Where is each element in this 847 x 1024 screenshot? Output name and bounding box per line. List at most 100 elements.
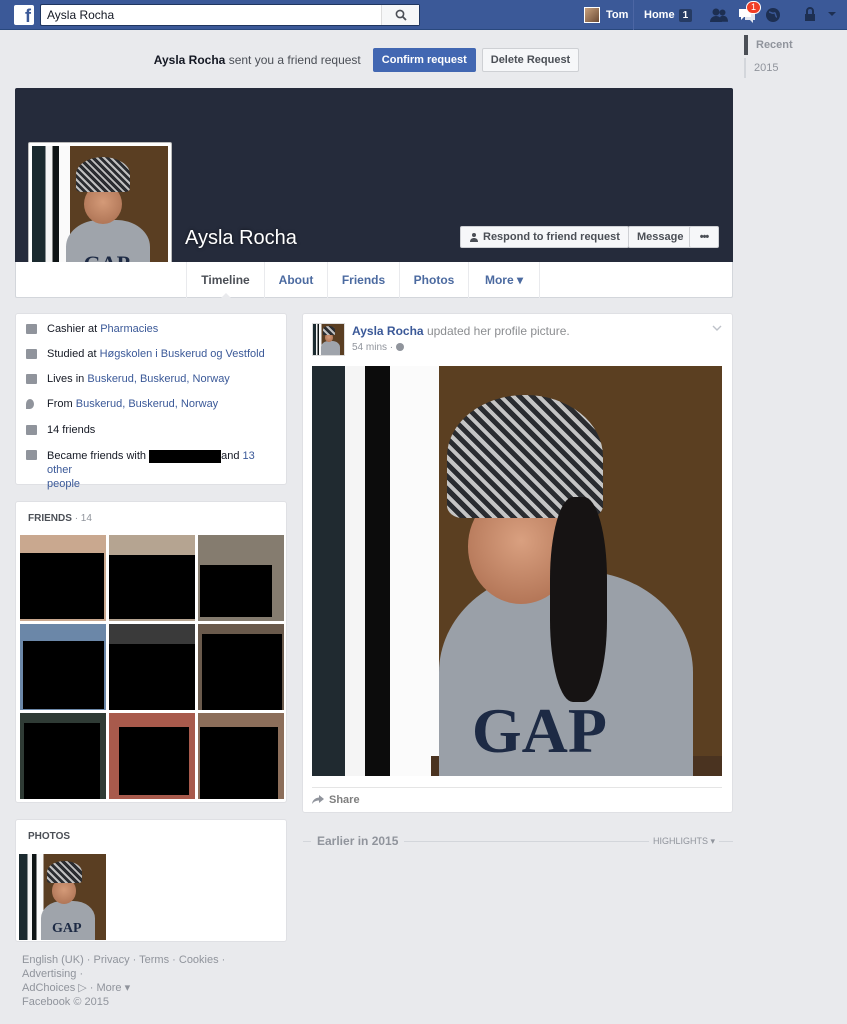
timeline-separator: Earlier in 2015 HIGHLIGHTS ▾ <box>303 832 733 852</box>
globe-icon <box>395 343 404 352</box>
photos-title[interactable]: PHOTOS <box>28 831 70 842</box>
rail-item-2015[interactable]: 2015 <box>744 58 834 78</box>
friend-thumbnail[interactable] <box>20 535 106 621</box>
friend-request-bar: Aysla Rocha sent you a friend request Co… <box>0 48 733 72</box>
friends-icon <box>26 450 37 460</box>
post-author-avatar[interactable] <box>312 323 345 356</box>
messages-badge: 1 <box>745 1 761 14</box>
study-link[interactable]: Høgskolen i Buskerud og Vestfold <box>100 348 265 360</box>
home-count: 1 <box>678 8 693 22</box>
friend-thumbnail[interactable] <box>198 713 284 799</box>
post-photo-gap-text: GAP <box>471 695 607 766</box>
message-button[interactable]: Message <box>628 226 693 248</box>
rail-item-recent[interactable]: Recent <box>744 35 834 55</box>
home-label: Home <box>644 9 675 21</box>
from-link[interactable]: Buskerud, Buskerud, Norway <box>76 398 218 410</box>
profile-name[interactable]: Aysla Rocha <box>185 227 297 250</box>
work-prefix: Cashier at <box>47 323 98 335</box>
from-prefix: From <box>47 398 73 410</box>
friends-count-row: 14 friends <box>26 424 95 436</box>
footer: English (UK) · Privacy · Terms · Cookies… <box>22 953 282 1009</box>
friend-thumbnail[interactable] <box>20 713 106 799</box>
highlights-dropdown[interactable]: HIGHLIGHTS ▾ <box>648 836 719 847</box>
became-friends-row: Became friends with and 13 other people <box>26 449 281 491</box>
messages-icon[interactable]: 1 <box>737 1 761 24</box>
person-add-icon <box>470 233 478 242</box>
became-and: and <box>221 450 240 462</box>
respond-friend-request-button[interactable]: Respond to friend request <box>460 226 629 248</box>
user-avatar <box>584 7 600 23</box>
work-link[interactable]: Pharmacies <box>100 323 158 335</box>
friends-title[interactable]: FRIENDS · 14 <box>28 513 92 524</box>
account-menu-chevron-down-icon[interactable] <box>826 8 846 26</box>
friends-card: FRIENDS · 14 <box>15 501 287 803</box>
share-button[interactable]: Share <box>312 794 360 806</box>
request-message: sent you a friend request <box>228 53 361 67</box>
redacted-name <box>149 449 222 463</box>
tab-friends[interactable]: Friends <box>327 262 399 298</box>
friend-requests-icon[interactable] <box>709 6 729 24</box>
post-author-name[interactable]: Aysla Rocha <box>352 324 424 338</box>
more-options-button[interactable]: ••• <box>689 226 719 248</box>
facebook-logo-icon[interactable]: f <box>14 5 34 26</box>
from-row: From Buskerud, Buskerud, Norway <box>26 398 218 410</box>
friend-thumbnail[interactable] <box>109 624 195 710</box>
work-row: Cashier at Pharmacies <box>26 323 158 335</box>
became-prefix: Became friends with <box>47 450 147 462</box>
search-icon <box>395 9 407 21</box>
tab-about[interactable]: About <box>264 262 327 298</box>
photo-gap-text: GAP <box>52 921 82 937</box>
footer-copyright: Facebook © 2015 <box>22 996 109 1008</box>
intro-card: Cashier at Pharmacies Studied at Høgskol… <box>15 313 287 490</box>
share-arrow-icon <box>312 795 324 804</box>
friend-thumbnail[interactable] <box>198 535 284 621</box>
respond-label: Respond to friend request <box>483 231 620 243</box>
earlier-label: Earlier in 2015 <box>311 834 405 848</box>
other-people-link-suffix[interactable]: people <box>47 478 80 490</box>
house-icon <box>26 374 37 384</box>
search-button[interactable] <box>381 5 419 25</box>
requester-name[interactable]: Aysla Rocha <box>154 53 226 67</box>
profile-photo-image: GAP <box>32 146 168 280</box>
friend-request-text: Aysla Rocha sent you a friend request <box>154 53 361 67</box>
friend-thumbnail[interactable] <box>198 624 284 710</box>
user-name: Tom <box>606 9 629 21</box>
share-label: Share <box>329 794 360 806</box>
footer-links[interactable]: English (UK) · Privacy · Terms · Cookies… <box>22 953 282 981</box>
confirm-request-button[interactable]: Confirm request <box>372 48 476 72</box>
top-bar: f Tom Home 1 1 <box>0 0 847 30</box>
tab-timeline[interactable]: Timeline <box>186 262 264 299</box>
lives-row: Lives in Buskerud, Buskerud, Norway <box>26 373 230 385</box>
location-pin-icon <box>26 399 34 409</box>
study-prefix: Studied at <box>47 348 97 360</box>
friend-thumbnail[interactable] <box>109 713 195 799</box>
delete-request-button[interactable]: Delete Request <box>481 48 580 72</box>
friend-thumbnail[interactable] <box>20 624 106 710</box>
friends-section-count: · 14 <box>74 513 92 524</box>
post-options-chevron-down-icon[interactable] <box>712 323 722 335</box>
timeline-year-nav: Recent 2015 <box>744 35 834 78</box>
profile-link[interactable]: Tom <box>584 0 628 30</box>
lives-link[interactable]: Buskerud, Buskerud, Norway <box>87 373 229 385</box>
friend-thumbnail[interactable] <box>109 535 195 621</box>
tab-photos[interactable]: Photos <box>399 262 468 298</box>
friends-count[interactable]: 14 friends <box>47 424 95 436</box>
post-action: updated her profile picture. <box>426 324 570 338</box>
lives-prefix: Lives in <box>47 373 85 385</box>
post-timestamp[interactable]: 54 mins · <box>352 342 404 353</box>
profile-tabs: Timeline About Friends Photos More ▾ <box>15 262 733 299</box>
post-photo[interactable]: GAP <box>312 366 722 776</box>
home-link[interactable]: Home 1 <box>633 0 693 30</box>
briefcase-icon <box>26 324 37 334</box>
post-header: Aysla Rocha updated her profile picture. <box>352 324 570 338</box>
notifications-globe-icon[interactable] <box>764 6 784 24</box>
graduation-cap-icon <box>26 349 37 359</box>
search-box <box>40 4 420 26</box>
post-time-text: 54 mins · <box>352 342 394 353</box>
search-input[interactable] <box>41 5 381 25</box>
tab-more[interactable]: More ▾ <box>468 262 540 298</box>
photo-thumbnail[interactable]: GAP <box>19 854 106 940</box>
photos-card: PHOTOS GAP <box>15 819 287 942</box>
privacy-lock-icon[interactable] <box>803 6 823 24</box>
footer-adchoices[interactable]: AdChoices ▷ · More ▾ <box>22 981 282 995</box>
